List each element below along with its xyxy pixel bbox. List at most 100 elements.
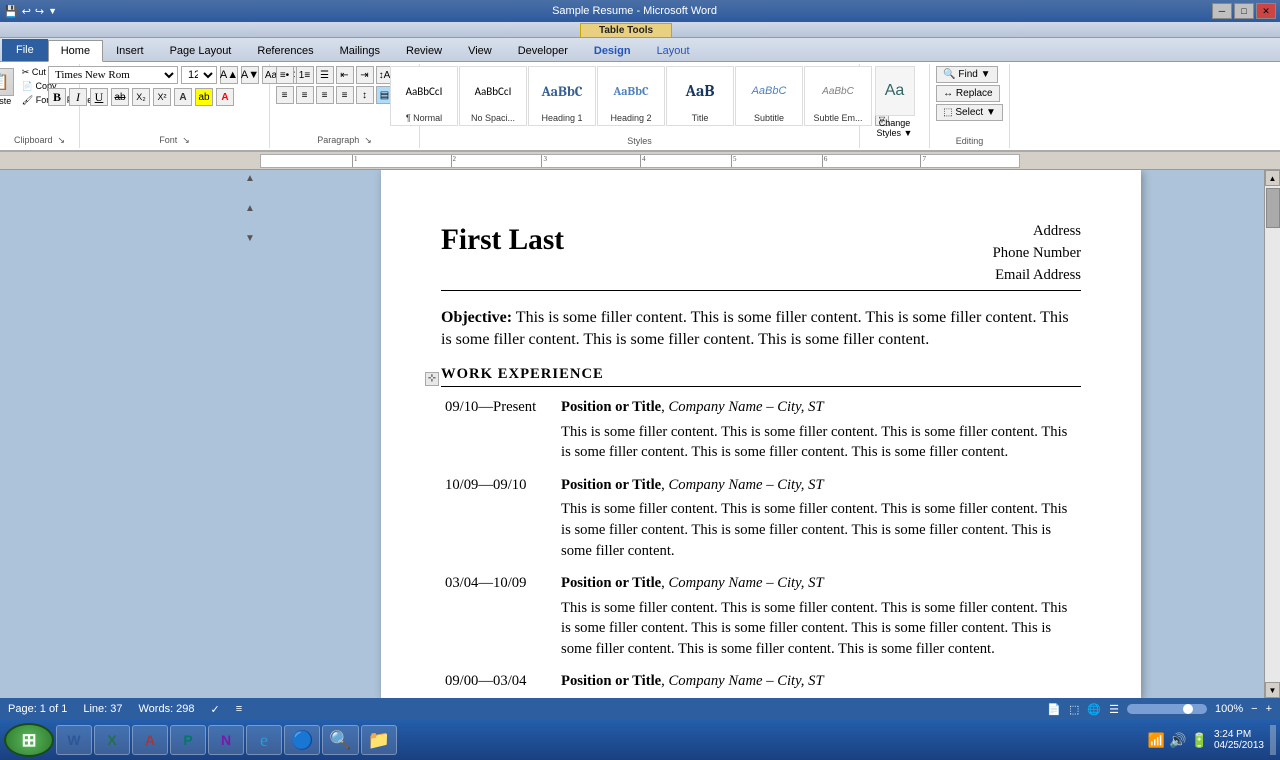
network-icon[interactable]: 📶 (1148, 732, 1165, 749)
style-normal[interactable]: AaBbCcI ¶ Normal (390, 66, 458, 126)
view-print-icon[interactable]: 📄 (1047, 703, 1061, 716)
strikethrough-button[interactable]: ab (111, 88, 129, 106)
tab-insert[interactable]: Insert (103, 39, 157, 61)
replace-button[interactable]: ↔ Replace (936, 85, 999, 102)
start-button[interactable]: ⊞ (4, 723, 54, 757)
bold-button[interactable]: B (48, 88, 66, 106)
word-icon: W (67, 732, 80, 748)
text-effects-button[interactable]: A (174, 88, 192, 106)
title-bar: 💾 ↩ ↪ ▼ Sample Resume - Microsoft Word ─… (0, 0, 1280, 22)
table-move-handle[interactable]: ⊹ (425, 372, 439, 386)
tab-developer[interactable]: Developer (505, 39, 581, 61)
scroll-down-button[interactable]: ▼ (1265, 682, 1280, 698)
quick-access-dropdown[interactable]: ▼ (48, 6, 57, 16)
taskbar-onenote-button[interactable]: N (208, 725, 244, 755)
margin-arrow-down[interactable]: ▼ (245, 234, 255, 244)
zoom-slider[interactable] (1127, 704, 1207, 714)
volume-icon[interactable]: 🔊 (1169, 732, 1186, 749)
taskbar-chrome-button[interactable]: 🔵 (284, 725, 320, 755)
tab-view[interactable]: View (455, 39, 505, 61)
align-right-button[interactable]: ≡ (316, 86, 334, 104)
style-no-spacing[interactable]: AaBbCcI No Spaci... (459, 66, 527, 126)
tab-page-layout[interactable]: Page Layout (157, 39, 245, 61)
tab-design[interactable]: Design (581, 39, 644, 61)
document-scroll-area[interactable]: First Last Address Phone Number Email Ad… (258, 170, 1264, 698)
view-outline-icon[interactable]: ☰ (1109, 703, 1119, 716)
zoom-thumb[interactable] (1183, 704, 1193, 714)
zoom-out-button[interactable]: − (1251, 703, 1257, 715)
change-styles-button[interactable]: Aa ChangeStyles ▼ (865, 66, 925, 152)
view-full-icon[interactable]: ⬚ (1069, 703, 1079, 716)
margin-arrow-up[interactable]: ▲ (245, 174, 255, 184)
increase-font-button[interactable]: A▲ (220, 66, 238, 84)
font-family-select[interactable]: Times New Rom (48, 66, 178, 84)
work-experience-section: ⊹ WORK EXPERIENCE 09/10—Present Position… (441, 364, 1081, 694)
decrease-font-button[interactable]: A▼ (241, 66, 259, 84)
tab-mailings[interactable]: Mailings (327, 39, 393, 61)
style-subtitle[interactable]: AaBbC Subtitle (735, 66, 803, 126)
table-tools-label: Table Tools (580, 23, 672, 37)
work-date-1: 09/10—Present (441, 395, 541, 465)
tab-home[interactable]: Home (48, 40, 103, 62)
line-spacing-button[interactable]: ↕ (356, 86, 374, 104)
view-web-icon[interactable]: 🌐 (1087, 703, 1101, 716)
date-display: 04/25/2013 (1214, 740, 1264, 751)
taskbar-search-button[interactable]: 🔍 (322, 725, 358, 755)
close-button[interactable]: ✕ (1256, 3, 1276, 19)
battery-icon[interactable]: 🔋 (1191, 732, 1208, 749)
select-button[interactable]: ⬚ Select ▼ (936, 104, 1003, 121)
tab-file[interactable]: File (2, 39, 48, 61)
font-size-select[interactable]: 12 (181, 66, 217, 84)
search-icon: 🔍 (329, 730, 351, 751)
decrease-indent-button[interactable]: ⇤ (336, 66, 354, 84)
underline-button[interactable]: U (90, 88, 108, 106)
multilevel-list-button[interactable]: ☰ (316, 66, 334, 84)
italic-button[interactable]: I (69, 88, 87, 106)
section-heading-work: WORK EXPERIENCE (441, 364, 1081, 388)
quick-access-save[interactable]: 💾 (4, 5, 18, 18)
vertical-scrollbar[interactable]: ▲ ▼ (1264, 170, 1280, 698)
margin-arrow-mid[interactable]: ▲ (245, 204, 255, 214)
scroll-track[interactable] (1265, 186, 1280, 682)
find-button[interactable]: 🔍 Find ▼ (936, 66, 997, 83)
style-title[interactable]: AaB Title (666, 66, 734, 126)
numbering-button[interactable]: 1≡ (296, 66, 314, 84)
tab-layout[interactable]: Layout (644, 39, 703, 61)
zoom-in-button[interactable]: + (1266, 703, 1272, 715)
tab-references[interactable]: References (244, 39, 326, 61)
ruler-mark-3: 3 (541, 155, 547, 167)
taskbar-excel-button[interactable]: X (94, 725, 130, 755)
font-group: Times New Rom 12 A▲ A▼ Aa ✕ B I U ab X₂ … (80, 64, 270, 148)
increase-indent-button[interactable]: ⇥ (356, 66, 374, 84)
align-left-button[interactable]: ≡ (276, 86, 294, 104)
subscript-button[interactable]: X₂ (132, 88, 150, 106)
show-desktop-button[interactable] (1270, 725, 1276, 755)
taskbar-ie-button[interactable]: e (246, 725, 282, 755)
style-heading2[interactable]: AaBbC Heading 2 (597, 66, 665, 126)
justify-button[interactable]: ≡ (336, 86, 354, 104)
bullets-button[interactable]: ≡• (276, 66, 294, 84)
onenote-icon: N (221, 732, 231, 748)
font-color-button[interactable]: A (216, 88, 234, 106)
left-margin: ▲ ▲ ▼ (0, 170, 258, 698)
taskbar-access-button[interactable]: A (132, 725, 168, 755)
taskbar-files-button[interactable]: 📁 (361, 725, 397, 755)
access-icon: A (145, 732, 155, 748)
text-highlight-button[interactable]: ab (195, 88, 213, 106)
style-heading1[interactable]: AaBbC Heading 1 (528, 66, 596, 126)
work-date-2: 10/09—09/10 (441, 473, 541, 563)
scroll-up-button[interactable]: ▲ (1265, 170, 1280, 186)
document[interactable]: First Last Address Phone Number Email Ad… (381, 170, 1141, 698)
minimize-button[interactable]: ─ (1212, 3, 1232, 19)
paste-button[interactable]: 📋 Paste (0, 66, 18, 108)
taskbar-word-button[interactable]: W (56, 725, 92, 755)
quick-access-undo[interactable]: ↩ (22, 5, 31, 18)
tab-review[interactable]: Review (393, 39, 455, 61)
maximize-button[interactable]: □ (1234, 3, 1254, 19)
quick-access-redo[interactable]: ↪ (35, 5, 44, 18)
taskbar-publisher-button[interactable]: P (170, 725, 206, 755)
align-center-button[interactable]: ≡ (296, 86, 314, 104)
scroll-thumb[interactable] (1266, 188, 1280, 228)
font-row1: Times New Rom 12 A▲ A▼ Aa ✕ (48, 66, 301, 84)
superscript-button[interactable]: X² (153, 88, 171, 106)
